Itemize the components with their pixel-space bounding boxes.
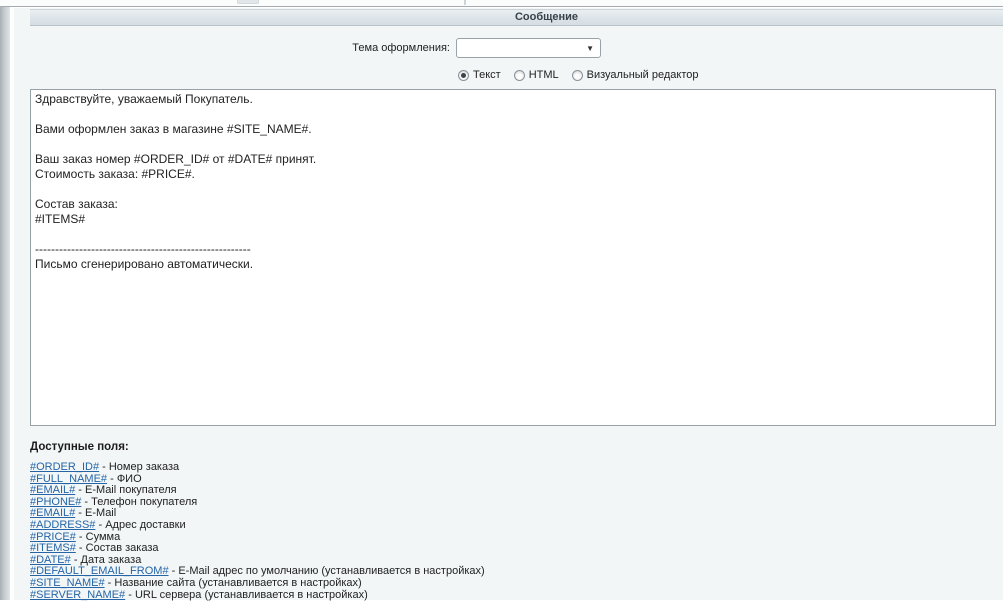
field-placeholder-link[interactable]: #DATE#	[30, 554, 71, 566]
field-description: - Название сайта (устанавливается в наст…	[105, 577, 362, 589]
section-title: Сообщение	[515, 11, 578, 23]
field-description: - E-Mail адрес по умолчанию (устанавлива…	[169, 565, 485, 577]
available-fields-list: #ORDER_ID# - Номер заказа #FULL_NAME# - …	[30, 462, 990, 601]
list-item: #ORDER_ID# - Номер заказа	[30, 462, 990, 474]
radio-button[interactable]	[514, 70, 525, 81]
field-description: - URL сервера (устанавливается в настрой…	[125, 589, 368, 601]
radio-label[interactable]: Текст	[473, 69, 501, 81]
window-left-edge	[0, 7, 10, 600]
message-panel: Сообщение Тема оформления: ▼ Текст HTML …	[14, 8, 1003, 600]
window-top-edge	[0, 0, 1003, 7]
list-item: #PRICE# - Сумма	[30, 532, 990, 544]
list-item: #PHONE# - Телефон покупателя	[30, 497, 990, 509]
field-placeholder-link[interactable]: #ITEMS#	[30, 542, 76, 554]
field-description: - Состав заказа	[76, 542, 159, 554]
field-placeholder-link[interactable]: #EMAIL#	[30, 484, 75, 496]
field-description: - ФИО	[107, 473, 142, 485]
editor-mode-option: Визуальный редактор	[572, 69, 699, 81]
field-description: - Телефон покупателя	[81, 496, 197, 508]
editor-mode-row: Текст HTML Визуальный редактор	[458, 68, 699, 82]
field-description: - Номер заказа	[99, 461, 179, 473]
radio-label[interactable]: Визуальный редактор	[587, 69, 699, 81]
section-header: Сообщение	[30, 9, 1003, 26]
dropdown-arrow-icon: ▼	[586, 44, 594, 53]
field-placeholder-link[interactable]: #SITE_NAME#	[30, 577, 105, 589]
field-placeholder-link[interactable]: #FULL_NAME#	[30, 473, 107, 485]
field-description: - Сумма	[76, 531, 120, 543]
field-placeholder-link[interactable]: #PRICE#	[30, 531, 76, 543]
message-textarea[interactable]: Здравствуйте, уважаемый Покупатель. Вами…	[30, 89, 996, 426]
field-placeholder-link[interactable]: #ADDRESS#	[30, 519, 95, 531]
theme-row: Тема оформления: ▼	[14, 38, 1003, 58]
list-item: #ADDRESS# - Адрес доставки	[30, 520, 990, 532]
page: Сообщение Тема оформления: ▼ Текст HTML …	[0, 0, 1003, 600]
field-description: - E-Mail	[75, 507, 116, 519]
theme-select[interactable]: ▼	[456, 38, 601, 58]
list-item: #SERVER_NAME# - URL сервера (устанавлива…	[30, 590, 990, 601]
radio-label[interactable]: HTML	[529, 69, 559, 81]
field-description: - E-Mail покупателя	[75, 484, 176, 496]
field-placeholder-link[interactable]: #DEFAULT_EMAIL_FROM#	[30, 565, 169, 577]
field-description: - Адрес доставки	[95, 519, 185, 531]
tab-remnant	[464, 0, 466, 5]
available-fields-heading: Доступные поля:	[30, 441, 990, 453]
editor-mode-option: HTML	[514, 69, 559, 81]
theme-label: Тема оформления:	[14, 38, 450, 58]
editor-mode-option: Текст	[458, 69, 501, 81]
available-fields-section: Доступные поля: #ORDER_ID# - Номер заказ…	[30, 441, 990, 601]
field-placeholder-link[interactable]: #SERVER_NAME#	[30, 589, 125, 601]
field-placeholder-link[interactable]: #EMAIL#	[30, 507, 75, 519]
field-placeholder-link[interactable]: #ORDER_ID#	[30, 461, 99, 473]
list-item: #ITEMS# - Состав заказа	[30, 543, 990, 555]
field-description: - Дата заказа	[71, 554, 142, 566]
tab-remnant	[237, 0, 259, 4]
radio-button[interactable]	[572, 70, 583, 81]
field-placeholder-link[interactable]: #PHONE#	[30, 496, 81, 508]
radio-button[interactable]	[458, 70, 469, 81]
